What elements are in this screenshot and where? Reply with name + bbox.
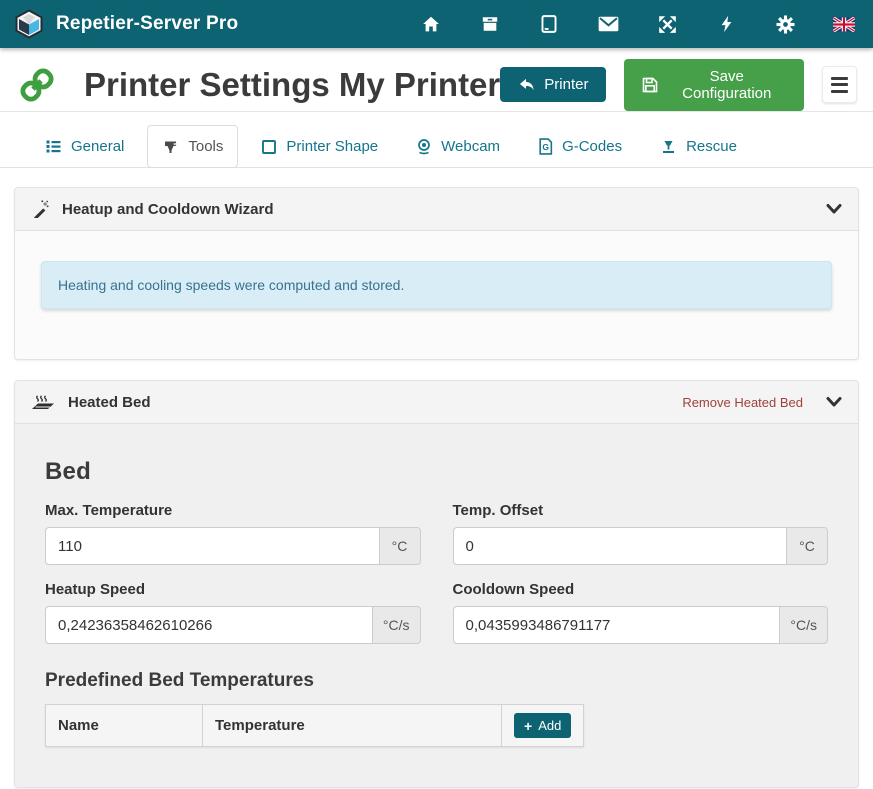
menu-button[interactable] (822, 66, 857, 103)
navbar-icons (420, 14, 855, 34)
wizard-status-alert: Heating and cooling speeds were computed… (41, 261, 832, 309)
tab-printer-shape-label: Printer Shape (286, 138, 378, 155)
heatup-speed-label: Heatup Speed (45, 581, 421, 598)
link-chain-icon (14, 63, 60, 107)
unit-addon: °C/s (779, 606, 828, 644)
tab-tools-label: Tools (188, 138, 223, 155)
gear-icon[interactable] (774, 14, 796, 34)
webcam-icon (416, 138, 432, 155)
add-column-cell: + Add (502, 705, 584, 747)
repetier-logo-icon (14, 9, 44, 39)
tab-rescue-label: Rescue (686, 138, 737, 155)
chevron-down-icon[interactable] (826, 203, 842, 215)
heated-bed-panel-header[interactable]: Heated Bed Remove Heated Bed (15, 381, 858, 424)
cooldown-speed-label: Cooldown Speed (453, 581, 829, 598)
archive-icon[interactable] (479, 14, 501, 34)
tab-rescue[interactable]: Rescue (645, 125, 752, 168)
column-header-temperature: Temperature (203, 705, 502, 747)
cooldown-speed-input[interactable] (453, 606, 780, 644)
predefined-temperatures-table: Name Temperature + Add (45, 704, 584, 747)
page-title: Printer Settings My Printer (84, 66, 500, 104)
back-arrow-icon (518, 77, 535, 92)
unit-addon: °C/s (372, 606, 421, 644)
wizard-panel-body: Heating and cooling speeds were computed… (15, 231, 858, 359)
max-temperature-field: Max. Temperature °C (45, 502, 421, 565)
temp-offset-field: Temp. Offset °C (453, 502, 829, 565)
unit-addon: °C (379, 527, 421, 565)
tab-general[interactable]: General (30, 125, 139, 168)
temp-offset-label: Temp. Offset (453, 502, 829, 519)
cooldown-speed-field: Cooldown Speed °C/s (453, 581, 829, 644)
table-header-row: Name Temperature + Add (46, 705, 584, 747)
chevron-down-icon[interactable] (826, 396, 842, 408)
tab-printer-shape[interactable]: Printer Shape (246, 125, 393, 168)
top-navbar: Repetier-Server Pro (0, 0, 873, 48)
add-temperature-button[interactable]: + Add (514, 713, 571, 738)
svg-text:G: G (542, 142, 549, 152)
bed-section-title: Bed (45, 458, 828, 486)
gcode-file-icon: G (538, 138, 553, 155)
unit-addon: °C (786, 527, 828, 565)
heatup-speed-input[interactable] (45, 606, 372, 644)
printer-button[interactable]: Printer (500, 67, 606, 102)
tablet-icon[interactable] (538, 14, 560, 34)
envelope-icon[interactable] (597, 14, 619, 34)
max-temperature-label: Max. Temperature (45, 502, 421, 519)
tab-gcodes-label: G-Codes (562, 138, 622, 155)
magic-wand-icon (31, 200, 49, 218)
remove-heated-bed-link[interactable]: Remove Heated Bed (682, 395, 803, 410)
tab-general-label: General (71, 138, 124, 155)
heatup-cooldown-wizard-panel: Heatup and Cooldown Wizard Heating and c… (14, 187, 859, 360)
wizard-panel-title: Heatup and Cooldown Wizard (62, 201, 274, 218)
extruder-icon (162, 139, 179, 155)
bolt-icon[interactable] (715, 14, 737, 34)
home-icon[interactable] (420, 14, 442, 34)
heated-bed-panel-body: Bed Max. Temperature °C Temp. Offset °C … (15, 424, 858, 787)
expand-icon[interactable] (656, 14, 678, 34)
save-configuration-button[interactable]: Save Configuration (624, 59, 804, 111)
tab-gcodes[interactable]: G G-Codes (523, 125, 637, 168)
page-header: Printer Settings My Printer Printer Save… (0, 48, 873, 112)
settings-tabs: General Tools Printer Shape Webcam (0, 125, 873, 168)
column-header-name: Name (46, 705, 203, 747)
printer-button-label: Printer (544, 76, 588, 93)
tab-webcam[interactable]: Webcam (401, 125, 515, 168)
save-icon (642, 77, 658, 93)
language-flag-icon[interactable] (833, 14, 855, 34)
add-button-label: Add (538, 718, 561, 733)
list-icon (45, 139, 62, 154)
heated-bed-icon (31, 393, 55, 411)
plus-icon: + (524, 719, 532, 733)
brand[interactable]: Repetier-Server Pro (14, 9, 238, 39)
app-title: Repetier-Server Pro (56, 13, 238, 35)
rescue-nozzle-icon (660, 139, 677, 155)
tab-tools[interactable]: Tools (147, 125, 238, 168)
heatup-speed-field: Heatup Speed °C/s (45, 581, 421, 644)
heated-bed-panel: Heated Bed Remove Heated Bed Bed Max. Te… (14, 380, 859, 788)
max-temperature-input[interactable] (45, 527, 379, 565)
tab-webcam-label: Webcam (441, 138, 500, 155)
wizard-panel-header[interactable]: Heatup and Cooldown Wizard (15, 188, 858, 231)
save-button-label: Save Configuration (667, 68, 786, 102)
predefined-bed-temperatures-title: Predefined Bed Temperatures (45, 670, 828, 692)
square-outline-icon (261, 139, 277, 155)
temp-offset-input[interactable] (453, 527, 787, 565)
heated-bed-panel-title: Heated Bed (68, 394, 151, 411)
